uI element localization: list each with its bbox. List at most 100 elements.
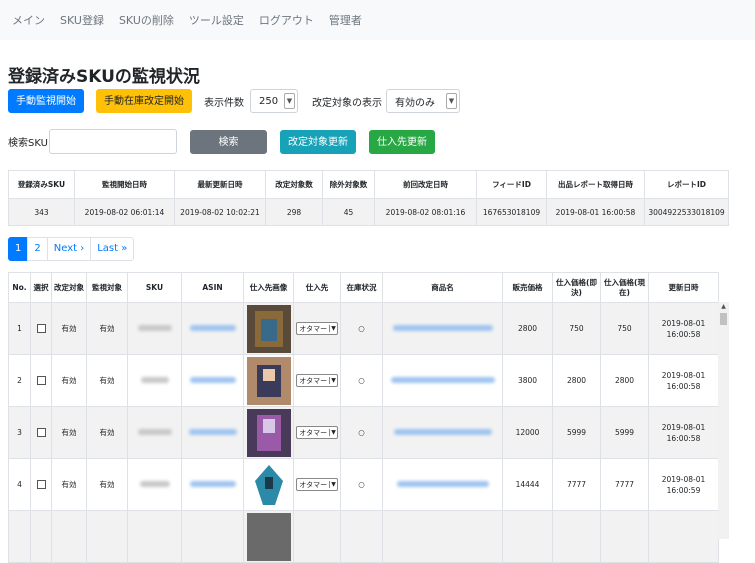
- product-name-link[interactable]: [390, 377, 495, 383]
- supplier-value: オタマー: [299, 480, 328, 489]
- supplier-value: オタマー: [299, 428, 328, 437]
- col-header: 商品名: [382, 272, 503, 303]
- empty-cell: [600, 510, 649, 563]
- row-checkbox[interactable]: [36, 480, 46, 490]
- next-page-link[interactable]: Next ›: [46, 237, 92, 261]
- table-scrollbar[interactable]: ▲: [718, 302, 729, 539]
- supplier-image-cell: [243, 510, 294, 563]
- chevron-down-icon: ▼: [284, 93, 295, 109]
- stock-status-cell: ○: [340, 406, 383, 459]
- row-checkbox[interactable]: [36, 428, 46, 438]
- asin-link[interactable]: [189, 481, 236, 487]
- start-stock-revise-button[interactable]: 手動在庫改定開始: [96, 89, 192, 113]
- sku-cell: [127, 458, 182, 511]
- start-monitor-button[interactable]: 手動監視開始: [8, 89, 84, 113]
- product-thumbnail[interactable]: [246, 304, 291, 353]
- table-row-partial: [8, 510, 719, 563]
- empty-cell: [552, 510, 601, 563]
- row-checkbox[interactable]: [36, 324, 46, 334]
- supplier-cell: オタマー ▼: [293, 458, 341, 511]
- search-sku-input[interactable]: [48, 129, 177, 154]
- empty-cell: [382, 510, 503, 563]
- col-header: 更新日時: [648, 272, 719, 303]
- toolbar: 手動監視開始 手動在庫改定開始 表示件数 250 ▼ 改定対象の表示 有効のみ …: [8, 89, 460, 113]
- asin-link[interactable]: [189, 325, 236, 331]
- chevron-down-icon: ▼: [329, 481, 336, 488]
- last-page-link[interactable]: Last »: [90, 237, 135, 261]
- supplier-cell: オタマー ▼: [293, 302, 341, 355]
- empty-cell: [51, 510, 87, 563]
- nav-sku-register[interactable]: SKU登録: [60, 12, 104, 28]
- summary-value: 2019-08-02 08:01:16: [374, 198, 477, 226]
- revise-target-select[interactable]: 有効のみ ▼: [386, 89, 460, 113]
- sale-price-cell: 12000: [502, 406, 553, 459]
- revise-target-label: 改定対象の表示: [312, 97, 382, 109]
- table-row: 2 有効 有効 オタマー ▼ ○ 3800 2800 2800 2019-08-0…: [8, 354, 719, 407]
- stock-status-cell: ○: [340, 302, 383, 355]
- summary-header: 出品レポート取得日時: [546, 170, 645, 199]
- product-name-link[interactable]: [396, 481, 489, 487]
- supplier-select[interactable]: オタマー ▼: [296, 322, 338, 335]
- nav-sku-delete[interactable]: SKUの削除: [119, 12, 174, 28]
- col-header: ASIN: [181, 272, 244, 303]
- product-name-link[interactable]: [393, 429, 492, 435]
- col-header: 仕入価格(現在): [600, 272, 649, 303]
- sku-table: No. 選択 改定対象 監視対象 SKU ASIN 仕入先画像 仕入先 在庫状況…: [8, 272, 719, 563]
- search-sku-label: 検索SKU: [8, 138, 48, 149]
- asin-cell: [181, 458, 244, 511]
- update-supplier-button[interactable]: 仕入先更新: [368, 129, 435, 154]
- nav-logout[interactable]: ログアウト: [259, 12, 314, 28]
- asin-link[interactable]: [188, 429, 237, 435]
- asin-link[interactable]: [189, 377, 236, 383]
- nav-tool-settings[interactable]: ツール設定: [189, 12, 244, 28]
- supplier-select[interactable]: オタマー ▼: [296, 374, 338, 387]
- updated-at-cell: 2019-08-01 16:00:59: [648, 458, 719, 511]
- row-checkbox[interactable]: [36, 376, 46, 386]
- select-cell: [30, 302, 52, 355]
- scroll-up-icon[interactable]: ▲: [718, 302, 729, 312]
- product-thumbnail[interactable]: [246, 356, 291, 405]
- supplier-value: オタマー: [299, 324, 328, 333]
- updated-at-cell: 2019-08-01 16:00:58: [648, 406, 719, 459]
- product-name-cell: [382, 406, 503, 459]
- product-thumbnail[interactable]: [246, 408, 291, 457]
- page-1-link[interactable]: 1: [8, 237, 29, 261]
- nav-main[interactable]: メイン: [12, 12, 45, 28]
- sku-cell: [127, 302, 182, 355]
- page-2-link[interactable]: 2: [27, 237, 48, 261]
- supplier-select[interactable]: オタマー ▼: [296, 478, 338, 491]
- blurred-sku: [137, 429, 172, 435]
- display-count-select[interactable]: 250 ▼: [250, 89, 298, 113]
- summary-header: レポートID: [644, 170, 729, 199]
- product-name-link[interactable]: [392, 325, 493, 331]
- updated-at-cell: 2019-08-01 16:00:58: [648, 354, 719, 407]
- search-button[interactable]: 検索: [189, 129, 267, 154]
- monitor-target-cell: 有効: [86, 302, 128, 355]
- table-row: 3 有効 有効 オタマー ▼ ○ 12000 5999 5999 2019-08-…: [8, 406, 719, 459]
- update-revise-target-button[interactable]: 改定対象更新: [279, 129, 356, 154]
- empty-cell: [648, 510, 719, 563]
- supplier-select[interactable]: オタマー ▼: [296, 426, 338, 439]
- buy-now-price-cell: 750: [552, 302, 601, 355]
- nav-admin[interactable]: 管理者: [329, 12, 362, 28]
- select-cell: [30, 458, 52, 511]
- scrollbar-thumb[interactable]: [720, 313, 727, 325]
- product-thumbnail[interactable]: [246, 460, 291, 509]
- stock-status-cell: ○: [340, 354, 383, 407]
- top-navbar: メイン SKU登録 SKUの削除 ツール設定 ログアウト 管理者: [0, 0, 755, 40]
- supplier-image-cell: [243, 406, 294, 459]
- select-cell: [30, 354, 52, 407]
- buy-now-price-cell: 2800: [552, 354, 601, 407]
- summary-header: 除外対象数: [322, 170, 375, 199]
- col-header: 仕入先: [293, 272, 341, 303]
- chevron-down-icon: ▼: [446, 93, 457, 109]
- col-header: SKU: [127, 272, 182, 303]
- empty-cell: [293, 510, 341, 563]
- empty-cell: [502, 510, 553, 563]
- col-header: 仕入先画像: [243, 272, 294, 303]
- summary-value: 2019-08-02 10:02:21: [174, 198, 266, 226]
- summary-value-row: 343 2019-08-02 06:01:14 2019-08-02 10:02…: [8, 198, 729, 226]
- product-thumbnail[interactable]: [246, 512, 291, 561]
- sale-price-cell: 14444: [502, 458, 553, 511]
- empty-cell: [8, 510, 31, 563]
